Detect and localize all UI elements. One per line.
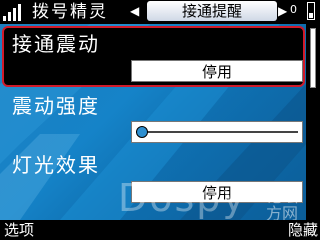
options-softkey[interactable]: 选项: [4, 220, 34, 240]
signal-bars-icon: [3, 4, 21, 21]
battery-count: 0: [290, 3, 297, 16]
app-title: 拨号精灵: [32, 2, 108, 22]
status-title-bar: 拨号精灵 ◀ 接通提醒 ▶ 0: [0, 0, 320, 24]
tab-active[interactable]: 接通提醒: [147, 1, 277, 21]
softkey-bar: 选项 隐藏: [0, 220, 320, 240]
slider-track: [136, 131, 298, 133]
setting-label-vibration[interactable]: 接通震动: [12, 31, 100, 57]
setting-label-light-effect[interactable]: 灯光效果: [12, 152, 100, 178]
scrollbar[interactable]: [306, 24, 320, 220]
hide-softkey[interactable]: 隐藏: [288, 220, 318, 240]
tab-next-arrow-icon[interactable]: ▶: [278, 3, 287, 19]
scrollbar-thumb[interactable]: [310, 28, 316, 88]
watermark-cn: 论坛方网: [266, 187, 299, 223]
battery-icon: [307, 2, 315, 20]
slider-thumb[interactable]: [136, 126, 148, 138]
tab-prev-arrow-icon[interactable]: ◀: [130, 3, 139, 19]
setting-value-vibration[interactable]: 停用: [131, 60, 303, 82]
setting-label-vibration-strength[interactable]: 震动强度: [12, 93, 100, 119]
vibration-strength-slider[interactable]: [131, 121, 303, 143]
watermark-text: Dospy: [118, 176, 247, 220]
